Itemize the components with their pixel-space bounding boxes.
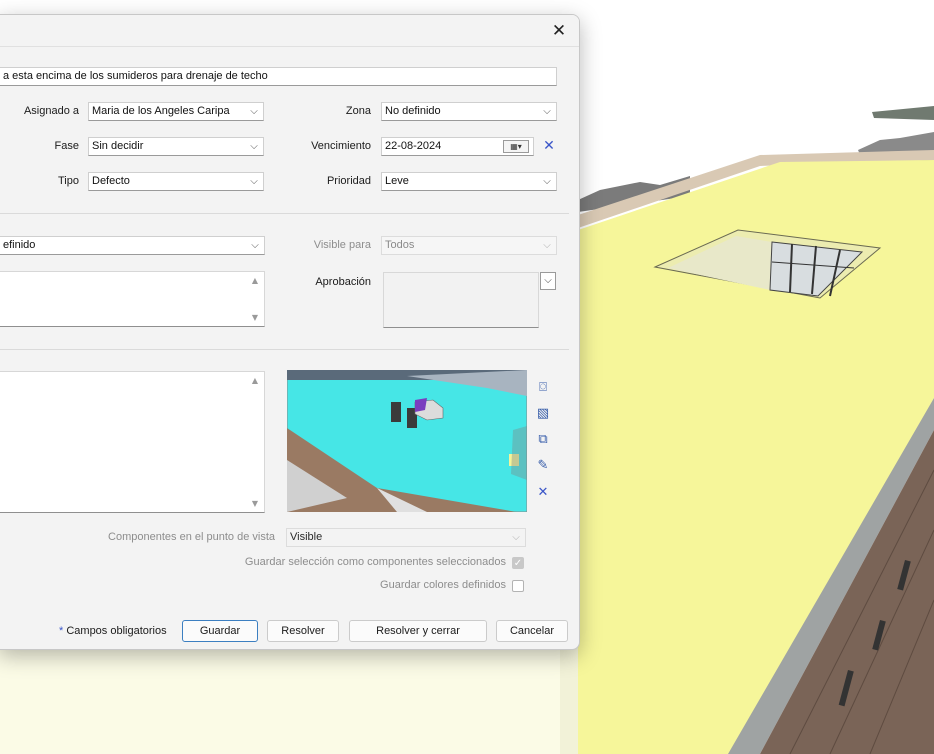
approval-label: Aprobación [315, 276, 371, 288]
chevron-down-icon: ⌵ [250, 141, 258, 152]
scroll-down-icon[interactable]: ▼ [250, 313, 260, 322]
visible-for-label: Visible para [313, 239, 371, 251]
approval-field[interactable] [383, 272, 539, 328]
pencil-icon[interactable]: ✎ [534, 457, 552, 475]
phase-dropdown[interactable]: Sin decidir ⌵ [88, 137, 264, 156]
type-dropdown[interactable]: Defecto ⌵ [88, 172, 264, 191]
scroll-down-icon[interactable]: ▼ [250, 499, 260, 508]
chevron-down-icon: ⌵ [512, 532, 520, 543]
zone-label: Zona [345, 105, 371, 117]
components-label: Componentes en el punto de vista [108, 531, 275, 543]
description-textarea[interactable]: ▲ ▼ [0, 271, 265, 327]
priority-dropdown[interactable]: Leve ⌵ [381, 172, 557, 191]
assigned-dropdown[interactable]: Maria de los Angeles Caripa ⌵ [88, 102, 264, 121]
assigned-value: Maria de los Angeles Caripa [92, 105, 230, 117]
save-button[interactable]: Guardar [182, 620, 258, 642]
save-selection-label: Guardar selección como componentes selec… [244, 556, 506, 568]
scroll-up-icon[interactable]: ▲ [250, 376, 260, 385]
viewpoint-thumbnail[interactable] [287, 370, 527, 512]
priority-value: Leve [385, 175, 409, 187]
camera-icon[interactable]: ⌼ [534, 379, 552, 397]
due-date-field[interactable]: 22-08-2024 ▦▾ [381, 137, 534, 156]
summary-field[interactable]: a esta encima de los sumideros para dren… [0, 67, 557, 86]
components-value: Visible [290, 531, 323, 543]
close-icon[interactable]: ✕ [547, 20, 571, 42]
issue-dialog: ✕ a esta encima de los sumideros para dr… [0, 14, 580, 650]
required-note: * Campos obligatorios [59, 625, 173, 637]
due-label: Vencimiento [311, 140, 371, 152]
remove-x-icon[interactable]: ✕ [534, 484, 552, 502]
visible-for-value: Todos [385, 239, 415, 251]
due-value: 22-08-2024 [385, 140, 442, 152]
category-value: efinido [3, 239, 36, 251]
type-value: Defecto [92, 175, 130, 187]
zone-value: No definido [385, 105, 441, 117]
save-colors-checkbox[interactable] [512, 580, 524, 592]
save-colors-label: Guardar colores definidos [380, 579, 506, 591]
chevron-down-icon: ⌵ [251, 240, 259, 251]
dialog-titlebar: ✕ [0, 15, 579, 47]
section-divider [0, 349, 569, 350]
scroll-up-icon[interactable]: ▲ [250, 276, 260, 285]
type-label: Tipo [58, 175, 79, 187]
visible-for-dropdown[interactable]: Todos ⌵ [381, 236, 557, 255]
image-icon[interactable]: ▧ [534, 405, 552, 423]
resolve-close-button[interactable]: Resolver y cerrar [349, 620, 487, 642]
clear-date-icon[interactable]: ✕ [541, 137, 557, 156]
phase-label: Fase [54, 140, 79, 152]
approval-dropdown-icon[interactable]: ⌵ [540, 272, 556, 290]
chevron-down-icon: ⌵ [543, 176, 551, 187]
section-divider [0, 213, 569, 214]
components-dropdown[interactable]: Visible ⌵ [286, 528, 526, 547]
required-label: Campos obligatorios [66, 625, 167, 637]
chevron-down-icon: ⌵ [250, 176, 258, 187]
zone-dropdown[interactable]: No definido ⌵ [381, 102, 557, 121]
required-marker: * [59, 625, 64, 637]
category-dropdown[interactable]: efinido ⌵ [0, 236, 265, 255]
clipboard-copy-icon[interactable]: ⧉ [534, 431, 552, 449]
calendar-dropdown-icon[interactable]: ▦▾ [503, 140, 529, 153]
save-selection-checkbox[interactable]: ✓ [512, 557, 524, 569]
chevron-down-icon: ⌵ [543, 240, 551, 251]
assigned-label: Asignado a [23, 105, 79, 117]
priority-label: Prioridad [326, 175, 371, 187]
chevron-down-icon: ⌵ [543, 106, 551, 117]
comments-textarea[interactable]: ▲ ▼ [0, 371, 265, 513]
phase-value: Sin decidir [92, 140, 144, 152]
summary-value: a esta encima de los sumideros para dren… [3, 70, 268, 82]
cancel-button[interactable]: Cancelar [496, 620, 568, 642]
resolve-button[interactable]: Resolver [267, 620, 339, 642]
chevron-down-icon: ⌵ [250, 106, 258, 117]
